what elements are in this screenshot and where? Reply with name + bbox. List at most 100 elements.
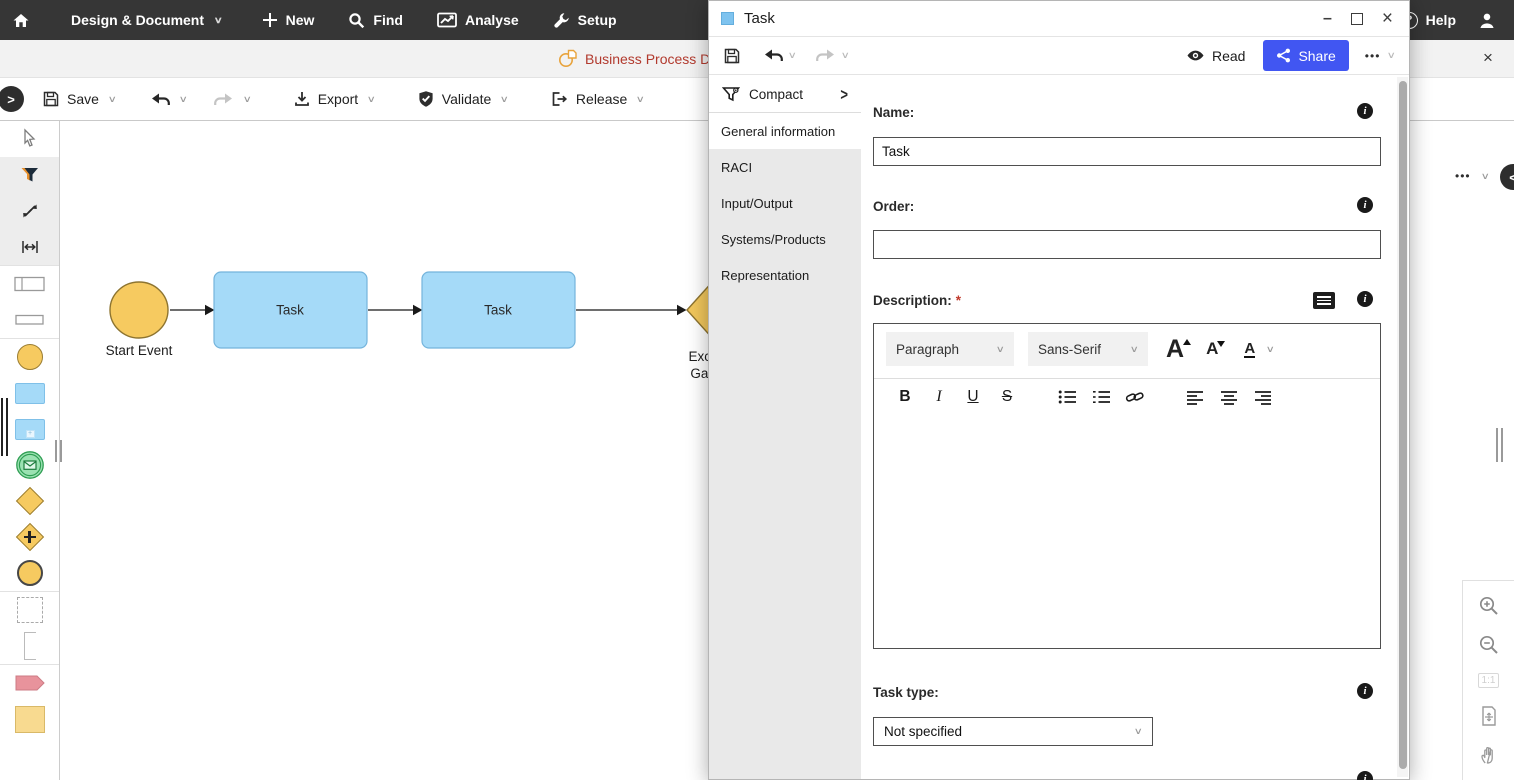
chevron-down-icon[interactable]: ∨ (243, 94, 252, 105)
redo-button[interactable]: ∨ (816, 48, 849, 63)
dialog-titlebar[interactable]: Task – × (709, 1, 1409, 37)
align-right-icon[interactable] (1246, 390, 1280, 405)
bpmn-canvas[interactable]: Start Event Task Task Exclusive Gateway (60, 121, 800, 421)
release-button[interactable]: Release ∨ (542, 90, 652, 108)
nav-setup[interactable]: Setup (540, 0, 630, 40)
more-options-icon[interactable]: ••• (1455, 169, 1471, 183)
filter-tool[interactable] (0, 157, 59, 193)
collapse-left-button[interactable]: > (0, 86, 24, 112)
parallel-gateway-shape[interactable] (0, 519, 59, 555)
read-toggle[interactable]: Read (1186, 48, 1245, 64)
task-type-select[interactable]: Not specified ∨ (873, 717, 1153, 746)
order-input[interactable] (873, 230, 1381, 259)
palette-splitter-handle[interactable] (55, 440, 62, 462)
maximize-icon[interactable] (1351, 13, 1363, 25)
annotation-shape[interactable] (0, 628, 59, 664)
fit-screen-icon[interactable] (1479, 705, 1499, 727)
zoom-in-icon[interactable] (1478, 595, 1500, 617)
export-button[interactable]: Export ∨ (285, 90, 383, 108)
bullet-list-icon[interactable] (1050, 389, 1084, 405)
name-input[interactable] (873, 137, 1381, 166)
pan-hand-icon[interactable] (1479, 744, 1499, 766)
save-icon[interactable] (723, 47, 741, 65)
align-center-icon[interactable] (1212, 390, 1246, 405)
share-button[interactable]: Share (1263, 40, 1348, 71)
more-options-button[interactable]: ••• ∨ (1365, 49, 1395, 63)
connector-tool[interactable] (0, 193, 59, 229)
translation-icon[interactable] (1313, 292, 1335, 309)
user-avatar[interactable] (1478, 12, 1496, 29)
underline-button[interactable]: U (956, 388, 990, 406)
close-icon[interactable]: × (1483, 48, 1493, 68)
tab-representation[interactable]: Representation (709, 257, 861, 293)
chevron-down-icon[interactable]: ∨ (788, 50, 797, 61)
description-textarea[interactable] (874, 415, 1380, 635)
paragraph-style-select[interactable]: Paragraph ∨ (886, 332, 1014, 366)
left-splitter-handle[interactable] (1, 398, 8, 456)
lane-shape[interactable] (0, 302, 59, 338)
more-options-icon: ••• (1365, 49, 1381, 63)
nav-analyse[interactable]: Analyse (424, 0, 532, 40)
subprocess-shape[interactable]: + (0, 411, 59, 447)
description-editor[interactable]: Paragraph ∨ Sans-Serif ∨ A A (873, 323, 1381, 649)
chevron-down-icon[interactable]: ∨ (1480, 171, 1489, 182)
close-icon[interactable]: × (1382, 12, 1393, 26)
task-shape[interactable] (0, 375, 59, 411)
font-size-decrease-button[interactable]: A (1206, 340, 1218, 358)
tab-systems-products[interactable]: Systems/Products (709, 221, 861, 257)
bold-button[interactable]: B (888, 388, 922, 406)
right-splitter-handle[interactable] (1496, 428, 1503, 462)
message-event-shape[interactable] (0, 447, 59, 483)
font-color-button[interactable]: A (1244, 341, 1255, 358)
tab-general-information[interactable]: General information (709, 113, 861, 149)
nav-design-document[interactable]: Design & Document ∨ (58, 0, 235, 40)
info-icon[interactable]: i (1357, 197, 1373, 213)
exclusive-gateway-shape[interactable] (0, 483, 59, 519)
group-shape[interactable] (0, 592, 59, 628)
end-event-shape[interactable] (0, 555, 59, 591)
compact-filter-icon (722, 86, 740, 102)
zoom-out-icon[interactable] (1478, 634, 1500, 656)
chevron-down-icon[interactable]: ∨ (178, 94, 187, 105)
chevron-right-icon[interactable]: > (840, 85, 848, 104)
zoom-reset-icon[interactable]: 1:1 (1478, 673, 1500, 688)
start-event-shape[interactable] (0, 339, 59, 375)
undo-button[interactable]: ∨ (763, 48, 796, 63)
nav-new[interactable]: New (249, 0, 328, 40)
link-icon[interactable] (1118, 389, 1152, 405)
strikethrough-button[interactable]: S (990, 388, 1024, 406)
select-tool[interactable] (0, 121, 59, 157)
dialog-scrollbar-thumb[interactable] (1399, 81, 1407, 769)
chevron-down-icon[interactable]: ∨ (108, 94, 117, 105)
home-button[interactable] (0, 0, 40, 40)
redo-button[interactable]: ∨ (206, 92, 259, 107)
minimize-icon[interactable]: – (1323, 14, 1332, 24)
chevron-down-icon[interactable]: ∨ (500, 94, 509, 105)
italic-button[interactable]: I (922, 388, 956, 406)
validate-button[interactable]: Validate ∨ (409, 90, 516, 108)
info-icon[interactable]: i (1357, 291, 1373, 307)
note-shape[interactable] (0, 701, 59, 737)
info-icon[interactable]: i (1357, 771, 1373, 780)
tab-raci[interactable]: RACI (709, 149, 861, 185)
chevron-down-icon[interactable]: ∨ (367, 94, 376, 105)
chevron-down-icon[interactable]: ∨ (1266, 344, 1275, 355)
diagram-title[interactable]: Business Process Di (558, 49, 713, 69)
chevron-down-icon[interactable]: ∨ (636, 94, 645, 105)
undo-button[interactable]: ∨ (142, 92, 195, 107)
chevron-down-icon[interactable]: ∨ (840, 50, 849, 61)
start-event-node[interactable] (110, 282, 168, 338)
save-button[interactable]: Save ∨ (34, 90, 124, 108)
tab-input-output[interactable]: Input/Output (709, 185, 861, 221)
data-signal-shape[interactable] (0, 665, 59, 701)
info-icon[interactable]: i (1357, 683, 1373, 699)
pool-shape[interactable] (0, 266, 59, 302)
compact-view-toggle[interactable]: Compact > (709, 76, 861, 113)
numbered-list-icon[interactable] (1084, 389, 1118, 405)
space-tool[interactable] (0, 229, 59, 265)
font-size-increase-button[interactable]: A (1166, 338, 1184, 360)
info-icon[interactable]: i (1357, 103, 1373, 119)
align-left-icon[interactable] (1178, 390, 1212, 405)
nav-find[interactable]: Find (335, 0, 416, 40)
font-family-select[interactable]: Sans-Serif ∨ (1028, 332, 1148, 366)
